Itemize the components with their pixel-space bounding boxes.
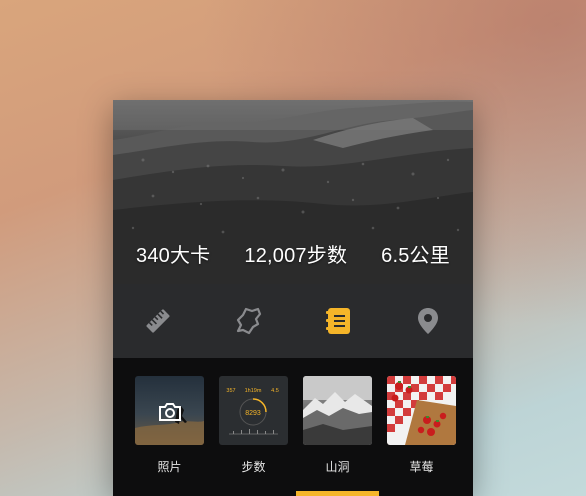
notes-button[interactable] — [314, 297, 362, 345]
strawberry-thumbnail — [387, 376, 456, 445]
icon-toolbar — [113, 284, 473, 358]
thumb-step-count: 8293 — [245, 410, 261, 417]
camera-photo-thumbnail — [135, 376, 204, 445]
stats-row: 340大卡 12,007步数 6.5公里 — [113, 239, 473, 268]
gallery-item-strawberry[interactable]: 草莓 — [387, 376, 456, 475]
route-map-button[interactable] — [224, 297, 272, 345]
thumb-stat-2: 1h19m — [245, 388, 262, 394]
gallery-item-photo[interactable]: 照片 — [135, 376, 204, 475]
distance-stat: 6.5公里 — [381, 245, 450, 267]
media-gallery: 照片 357 1h19m 4.5 8293 步数 山洞 草莓 — [113, 358, 473, 496]
gallery-label-photo: 照片 — [157, 460, 182, 474]
gallery-label-steps: 步数 — [241, 460, 266, 474]
active-item-indicator — [296, 491, 379, 496]
calories-stat: 340大卡 — [136, 245, 211, 267]
thumb-stat-1: 357 — [226, 388, 235, 394]
steps-stat: 12,007步数 — [244, 245, 348, 267]
app-window: 340大卡 12,007步数 6.5公里 照片 357 1h19m 4.5 82… — [113, 100, 473, 496]
ruler-button[interactable] — [134, 297, 182, 345]
gallery-label-strawberry: 草莓 — [409, 460, 434, 474]
notes-icon — [326, 308, 350, 334]
ruler-icon — [146, 309, 170, 333]
mountain-thumbnail — [303, 376, 372, 445]
thumbnail-list: 照片 357 1h19m 4.5 8293 步数 山洞 草莓 — [135, 376, 456, 475]
gallery-item-mountain[interactable]: 山洞 — [303, 376, 372, 475]
location-pin-icon — [418, 308, 438, 334]
gallery-item-steps[interactable]: 357 1h19m 4.5 8293 步数 — [219, 376, 288, 475]
step-stats-thumbnail: 357 1h19m 4.5 8293 — [219, 376, 288, 445]
gallery-label-mountain: 山洞 — [325, 460, 350, 474]
hero-landscape-image: 340大卡 12,007步数 6.5公里 — [113, 100, 473, 284]
location-button[interactable] — [404, 297, 452, 345]
camera-icon — [159, 403, 181, 421]
thumb-stat-3: 4.5 — [271, 388, 279, 394]
map-route-icon — [236, 307, 262, 335]
